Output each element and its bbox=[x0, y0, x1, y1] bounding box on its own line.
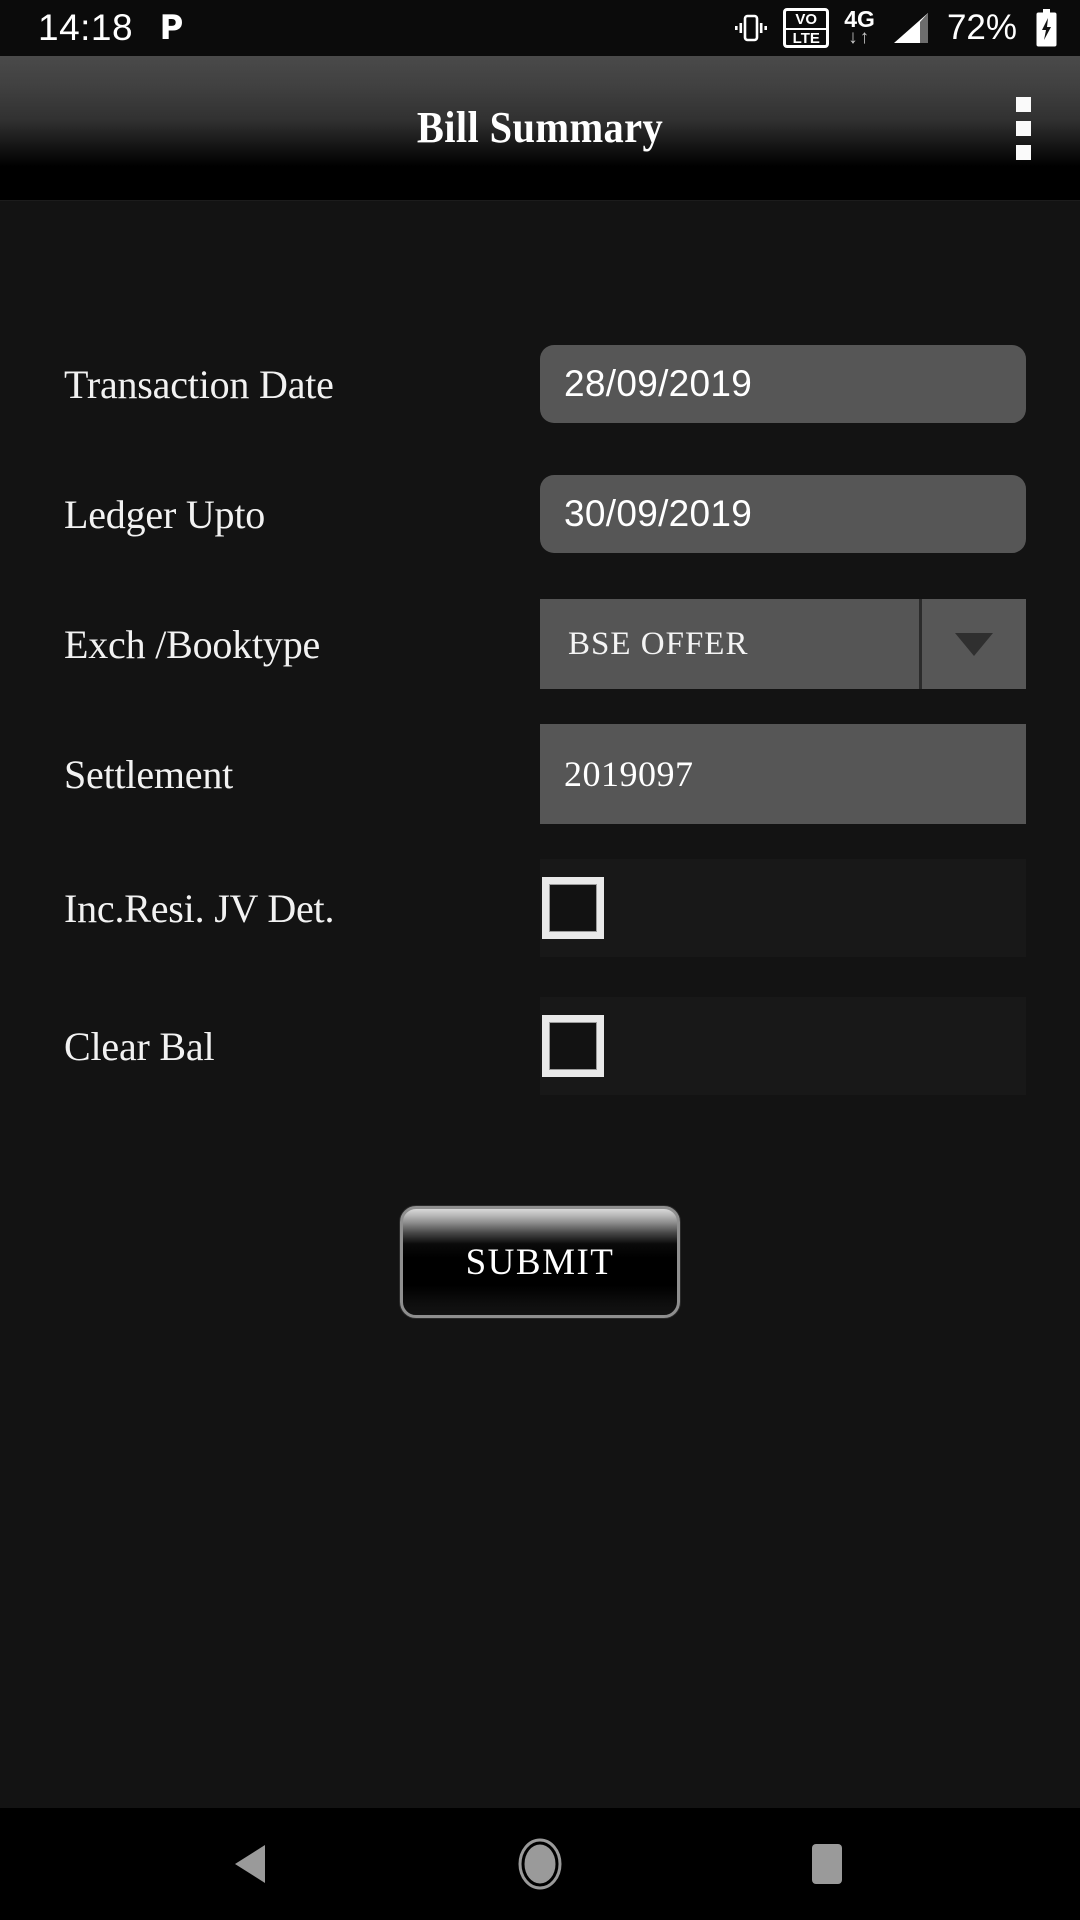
android-navigation-bar bbox=[0, 1808, 1080, 1920]
form-row-ledger-upto: Ledger Upto 30/09/2019 bbox=[0, 449, 1080, 579]
label-settlement: Settlement bbox=[64, 751, 234, 797]
volte-top-label: VO bbox=[795, 10, 818, 28]
field-wrap-settlement: 2019097 bbox=[540, 709, 1080, 839]
ledger-upto-input[interactable]: 30/09/2019 bbox=[540, 475, 1026, 553]
bill-summary-form: Transaction Date 28/09/2019 Ledger Upto … bbox=[0, 319, 1080, 1115]
field-wrap-ledger-upto: 30/09/2019 bbox=[540, 449, 1080, 579]
battery-percent-label: 72% bbox=[946, 8, 1017, 47]
status-notification-icons: P bbox=[159, 11, 184, 45]
form-row-inc-resi-jv-det: Inc.Resi. JV Det. bbox=[0, 839, 1080, 977]
field-wrap-transaction-date: 28/09/2019 bbox=[540, 319, 1080, 449]
form-row-clear-bal: Clear Bal bbox=[0, 977, 1080, 1115]
app-notification-icon: P bbox=[159, 8, 184, 48]
exch-booktype-spinner[interactable]: BSE OFFER bbox=[540, 599, 1026, 689]
status-clock: 14:18 bbox=[38, 7, 134, 48]
back-icon bbox=[231, 1841, 275, 1887]
form-row-transaction-date: Transaction Date 28/09/2019 bbox=[0, 319, 1080, 449]
recents-icon bbox=[808, 1840, 846, 1888]
overflow-menu-button[interactable] bbox=[994, 84, 1052, 172]
volte-icon: VO LTE bbox=[783, 8, 830, 48]
field-wrap-clear-bal bbox=[540, 977, 1080, 1115]
label-transaction-date: Transaction Date bbox=[64, 361, 334, 407]
status-system-icons: VO LTE 4G ↓↑ 72% bbox=[734, 8, 1058, 48]
checkbox-inner bbox=[549, 884, 597, 932]
label-clear-bal: Clear Bal bbox=[64, 1023, 215, 1069]
checkbox-band-inc-resi-jv-det bbox=[540, 859, 1026, 957]
signal-icon bbox=[890, 11, 930, 45]
4g-icon: 4G ↓↑ bbox=[844, 8, 875, 48]
submit-button-wrap: SUBMIT bbox=[0, 1206, 1080, 1318]
volte-bottom-label: LTE bbox=[786, 27, 827, 45]
home-button[interactable] bbox=[480, 1808, 600, 1920]
vibrate-icon bbox=[734, 11, 768, 45]
label-inc-resi-jv-det: Inc.Resi. JV Det. bbox=[64, 885, 335, 931]
status-bar: 14:18 P VO LTE 4G ↓↑ 72% bbox=[0, 0, 1080, 56]
chevron-down-icon[interactable] bbox=[922, 599, 1026, 689]
form-row-settlement: Settlement 2019097 bbox=[0, 709, 1080, 839]
page-title: Bill Summary bbox=[416, 103, 664, 152]
network-data-arrows: ↓↑ bbox=[848, 26, 872, 48]
form-row-exch-booktype: Exch /Booktype BSE OFFER bbox=[0, 579, 1080, 709]
exch-booktype-selected-value: BSE OFFER bbox=[540, 599, 919, 689]
label-ledger-upto: Ledger Upto bbox=[64, 491, 266, 537]
app-bar: Bill Summary bbox=[0, 56, 1080, 201]
checkbox-inner bbox=[549, 1022, 597, 1070]
transaction-date-input[interactable]: 28/09/2019 bbox=[540, 345, 1026, 423]
battery-charging-icon bbox=[1035, 9, 1058, 47]
overflow-dot-1 bbox=[1015, 96, 1031, 112]
content-area: Transaction Date 28/09/2019 Ledger Upto … bbox=[0, 201, 1080, 1808]
clear-bal-checkbox[interactable] bbox=[542, 1015, 604, 1077]
overflow-dot-3 bbox=[1015, 144, 1031, 160]
checkbox-band-clear-bal bbox=[540, 997, 1026, 1095]
settlement-input[interactable]: 2019097 bbox=[540, 724, 1026, 824]
overflow-dot-2 bbox=[1015, 120, 1031, 136]
submit-button[interactable]: SUBMIT bbox=[400, 1206, 680, 1318]
recents-button[interactable] bbox=[767, 1808, 887, 1920]
phone-screen: 14:18 P VO LTE 4G ↓↑ 72% Bill Summary Tr… bbox=[0, 0, 1080, 1920]
home-icon bbox=[517, 1838, 563, 1890]
back-button[interactable] bbox=[193, 1808, 313, 1920]
label-exch-booktype: Exch /Booktype bbox=[64, 621, 321, 667]
field-wrap-inc-resi-jv-det bbox=[540, 839, 1080, 977]
inc-resi-jv-det-checkbox[interactable] bbox=[542, 877, 604, 939]
field-wrap-exch-booktype: BSE OFFER bbox=[540, 579, 1080, 709]
